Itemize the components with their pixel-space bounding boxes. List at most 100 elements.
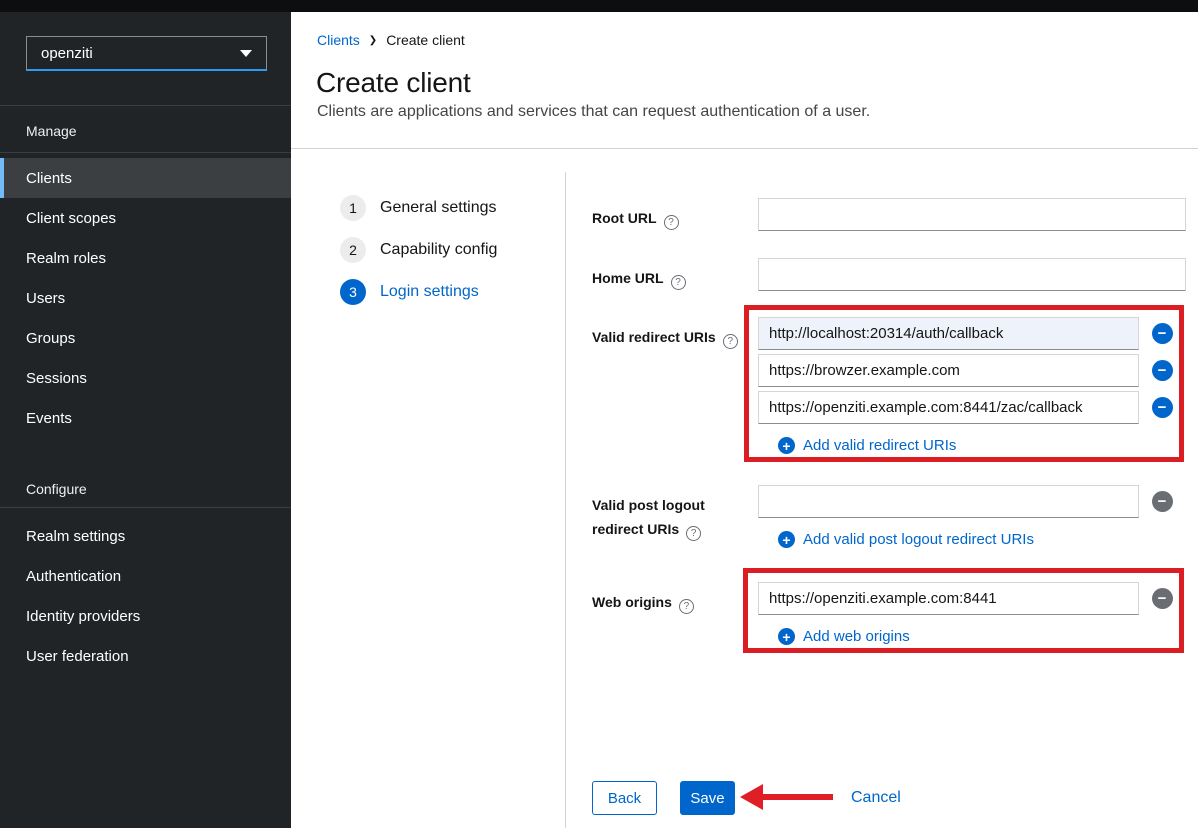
breadcrumb-current: Create client — [386, 32, 465, 48]
redirect-uri-row: − — [758, 391, 1186, 424]
sidebar-item-authentication[interactable]: Authentication — [0, 556, 291, 596]
breadcrumb: Clients ❯ Create client — [317, 32, 465, 48]
help-icon[interactable]: ? — [686, 526, 701, 541]
sidebar-item-identity-providers[interactable]: Identity providers — [0, 596, 291, 636]
sidebar: openziti Manage Clients Client scopes Re… — [0, 12, 291, 828]
sidebar-divider — [0, 507, 291, 508]
redirect-uri-input-3[interactable] — [758, 391, 1139, 424]
post-logout-label-line1: Valid post logout — [592, 493, 758, 517]
wizard-step-login-settings[interactable]: 3 Login settings — [340, 279, 479, 305]
add-post-logout-label: Add valid post logout redirect URIs — [803, 531, 1034, 548]
minus-circle-icon: − — [1152, 588, 1173, 609]
form-row-root-url: Root URL? — [592, 198, 1186, 231]
sidebar-section-configure: Configure — [26, 481, 87, 497]
form-row-valid-redirect-uris: Valid redirect URIs? − − — [592, 317, 1186, 456]
sidebar-item-events[interactable]: Events — [0, 398, 291, 438]
cancel-link[interactable]: Cancel — [851, 789, 901, 807]
step-number-badge: 1 — [340, 195, 366, 221]
web-origin-row: − — [758, 582, 1186, 615]
wizard-actions: Back Save Cancel — [592, 781, 901, 815]
home-url-control — [758, 258, 1186, 291]
add-valid-redirect-uris-label: Add valid redirect URIs — [803, 437, 956, 454]
root-url-label: Root URL — [592, 210, 657, 226]
wizard-vertical-divider — [565, 172, 566, 828]
main-content: Clients ❯ Create client Create client Cl… — [291, 12, 1198, 828]
help-icon[interactable]: ? — [723, 334, 738, 349]
save-button[interactable]: Save — [680, 781, 735, 815]
root-url-label-cell: Root URL? — [592, 198, 758, 231]
sidebar-item-users[interactable]: Users — [0, 278, 291, 318]
valid-redirect-uris-label: Valid redirect URIs — [592, 329, 716, 345]
redirect-uri-input-2[interactable] — [758, 354, 1139, 387]
sidebar-item-user-federation[interactable]: User federation — [0, 636, 291, 676]
help-icon[interactable]: ? — [664, 215, 679, 230]
home-url-label-cell: Home URL? — [592, 258, 758, 291]
help-icon[interactable]: ? — [671, 275, 686, 290]
remove-post-logout-uri-button[interactable]: − — [1150, 490, 1174, 514]
sidebar-item-groups[interactable]: Groups — [0, 318, 291, 358]
page-title: Create client — [316, 67, 471, 99]
header-divider — [291, 148, 1198, 149]
post-logout-redirect-uri-input[interactable] — [758, 485, 1139, 518]
caret-down-icon — [240, 50, 252, 57]
web-origins-label: Web origins — [592, 594, 672, 610]
valid-redirect-uris-label-cell: Valid redirect URIs? — [592, 317, 758, 456]
sidebar-divider — [0, 152, 291, 153]
remove-web-origin-button[interactable]: − — [1150, 587, 1174, 611]
plus-circle-icon: + — [778, 437, 795, 454]
page-description: Clients are applications and services th… — [317, 103, 870, 121]
sidebar-item-realm-settings[interactable]: Realm settings — [0, 516, 291, 556]
minus-circle-icon: − — [1152, 491, 1173, 512]
post-logout-label-cell: Valid post logout redirect URIs? — [592, 485, 758, 550]
minus-circle-icon: − — [1152, 360, 1173, 381]
root-url-input[interactable] — [758, 198, 1186, 231]
valid-redirect-uris-control: − − − + Add valid redirec — [758, 317, 1186, 456]
sidebar-item-client-scopes[interactable]: Client scopes — [0, 198, 291, 238]
keycloak-create-client-page: openziti Manage Clients Client scopes Re… — [0, 0, 1198, 828]
add-valid-redirect-uris-button[interactable]: + Add valid redirect URIs — [778, 437, 956, 454]
masthead-bar — [0, 0, 1198, 12]
root-url-control — [758, 198, 1186, 231]
sidebar-item-clients[interactable]: Clients — [0, 158, 291, 198]
remove-redirect-uri-2-button[interactable]: − — [1150, 359, 1174, 383]
post-logout-control: − + Add valid post logout redirect URIs — [758, 485, 1186, 550]
add-web-origins-label: Add web origins — [803, 628, 910, 645]
minus-circle-icon: − — [1152, 397, 1173, 418]
redirect-uri-input-1[interactable] — [758, 317, 1139, 350]
realm-selector-dropdown[interactable]: openziti — [26, 36, 267, 71]
minus-circle-icon: − — [1152, 323, 1173, 344]
breadcrumb-clients-link[interactable]: Clients — [317, 32, 360, 48]
web-origin-input[interactable] — [758, 582, 1139, 615]
sidebar-item-sessions[interactable]: Sessions — [0, 358, 291, 398]
add-web-origins-button[interactable]: + Add web origins — [778, 628, 910, 645]
sidebar-nav-configure: Realm settings Authentication Identity p… — [0, 516, 291, 676]
add-post-logout-redirect-uris-button[interactable]: + Add valid post logout redirect URIs — [778, 531, 1034, 548]
web-origins-control: − + Add web origins — [758, 582, 1186, 647]
step-number-badge: 2 — [340, 237, 366, 263]
redirect-uri-row: − — [758, 354, 1186, 387]
step-label: Login settings — [380, 283, 479, 301]
remove-redirect-uri-3-button[interactable]: − — [1150, 396, 1174, 420]
sidebar-item-realm-roles[interactable]: Realm roles — [0, 238, 291, 278]
form-row-web-origins: Web origins? − + Add web origins — [592, 582, 1186, 647]
post-logout-row: − — [758, 485, 1186, 518]
home-url-label: Home URL — [592, 270, 664, 286]
redirect-uri-row: − — [758, 317, 1186, 350]
back-button[interactable]: Back — [592, 781, 657, 815]
step-label: Capability config — [380, 241, 497, 259]
wizard-step-capability-config[interactable]: 2 Capability config — [340, 237, 497, 263]
sidebar-nav-manage: Clients Client scopes Realm roles Users … — [0, 158, 291, 438]
post-logout-label-line2: redirect URIs — [592, 521, 679, 537]
chevron-right-icon: ❯ — [369, 35, 377, 46]
form-row-home-url: Home URL? — [592, 258, 1186, 291]
form-row-post-logout-redirect-uris: Valid post logout redirect URIs? − + Add… — [592, 485, 1186, 550]
remove-redirect-uri-1-button[interactable]: − — [1150, 322, 1174, 346]
plus-circle-icon: + — [778, 628, 795, 645]
plus-circle-icon: + — [778, 531, 795, 548]
realm-selector-value: openziti — [41, 45, 93, 62]
sidebar-section-manage: Manage — [26, 123, 77, 139]
help-icon[interactable]: ? — [679, 599, 694, 614]
sidebar-divider — [0, 105, 291, 106]
wizard-step-general-settings[interactable]: 1 General settings — [340, 195, 497, 221]
home-url-input[interactable] — [758, 258, 1186, 291]
